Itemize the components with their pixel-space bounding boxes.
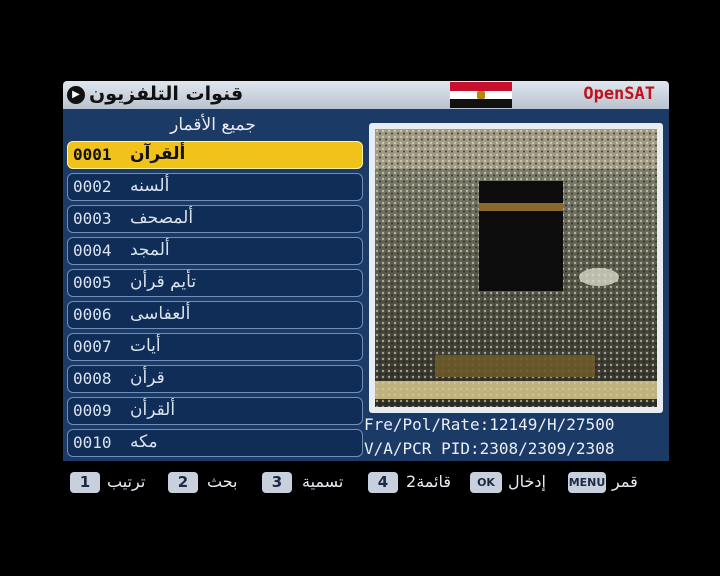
channel-number: 0006 xyxy=(73,305,112,324)
channel-row[interactable]: 0010 مكه xyxy=(67,429,363,457)
channel-name: ألمجد xyxy=(130,240,170,260)
tv-screen: ▶ قنوات التلفزيون OpenSAT جميع الأقمار 0… xyxy=(0,0,720,576)
search-label: بحث xyxy=(207,472,238,491)
channel-number: 0004 xyxy=(73,241,112,260)
channel-row[interactable]: 0005 تأيم قرأن xyxy=(67,269,363,297)
circle-arrow-icon[interactable]: ▶ xyxy=(67,86,85,104)
satellite-label: قمر xyxy=(612,472,638,491)
channel-name: ألقرآن xyxy=(130,144,186,164)
channel-row[interactable]: 0003 ألمصحف xyxy=(67,205,363,233)
channel-number: 0005 xyxy=(73,273,112,292)
channel-row[interactable]: 0004 ألمجد xyxy=(67,237,363,265)
video-preview-frame xyxy=(369,123,663,413)
rename-label: تسمية xyxy=(302,472,344,491)
key-2-button[interactable]: 2 xyxy=(168,472,198,493)
channel-name: ألعفاسى xyxy=(130,304,191,324)
channel-name: قرأن xyxy=(130,368,165,388)
channel-number: 0001 xyxy=(73,145,112,164)
channel-name: أيات xyxy=(130,336,161,356)
video-preview xyxy=(375,129,657,407)
frequency-info: Fre/Pol/Rate:12149/H/27500 xyxy=(364,415,615,434)
brand-logo: OpenSAT xyxy=(583,84,655,104)
channel-row[interactable]: 0008 قرأن xyxy=(67,365,363,393)
title-bar: ▶ قنوات التلفزيون OpenSAT xyxy=(63,81,669,109)
kaaba-video-image xyxy=(375,129,657,407)
channel-row[interactable]: 0001 ألقرآن xyxy=(67,141,363,169)
channel-number: 0009 xyxy=(73,401,112,420)
channel-row[interactable]: 0002 ألسنه xyxy=(67,173,363,201)
channel-panel: جميع الأقمار 0001 ألقرآن 0002 ألسنه 0003… xyxy=(63,109,669,461)
key-1-button[interactable]: 1 xyxy=(70,472,100,493)
list-header: جميع الأقمار xyxy=(170,115,256,135)
channel-number: 0007 xyxy=(73,337,112,356)
channel-name: ألقرأن xyxy=(130,400,176,420)
channel-number: 0002 xyxy=(73,177,112,196)
channel-row[interactable]: 0007 أيات xyxy=(67,333,363,361)
channel-number: 0003 xyxy=(73,209,112,228)
channel-row[interactable]: 0009 ألقرأن xyxy=(67,397,363,425)
key-3-button[interactable]: 3 xyxy=(262,472,292,493)
channel-name: تأيم قرأن xyxy=(130,272,197,292)
channel-number: 0008 xyxy=(73,369,112,388)
channel-name: مكه xyxy=(130,432,158,452)
pid-info: V/A/PCR PID:2308/2309/2308 xyxy=(364,439,615,458)
enter-label: إدخال xyxy=(508,472,546,491)
page-title: قنوات التلفزيون xyxy=(89,83,244,105)
list2-label: قائمة2 xyxy=(406,472,451,491)
channel-name: ألسنه xyxy=(130,176,170,196)
key-4-button[interactable]: 4 xyxy=(368,472,398,493)
sort-label: ترتيب xyxy=(107,472,146,491)
channel-row[interactable]: 0006 ألعفاسى xyxy=(67,301,363,329)
channel-name: ألمصحف xyxy=(130,208,194,228)
ok-button[interactable]: OK xyxy=(470,472,502,493)
channel-number: 0010 xyxy=(73,433,112,452)
key-bar: 1 ترتيب 2 بحث 3 تسمية 4 قائمة2 OK إدخال … xyxy=(0,470,720,500)
channel-list: 0001 ألقرآن 0002 ألسنه 0003 ألمصحف 0004 … xyxy=(67,141,363,461)
menu-button[interactable]: MENU xyxy=(568,472,606,493)
flag-icon xyxy=(450,82,512,108)
